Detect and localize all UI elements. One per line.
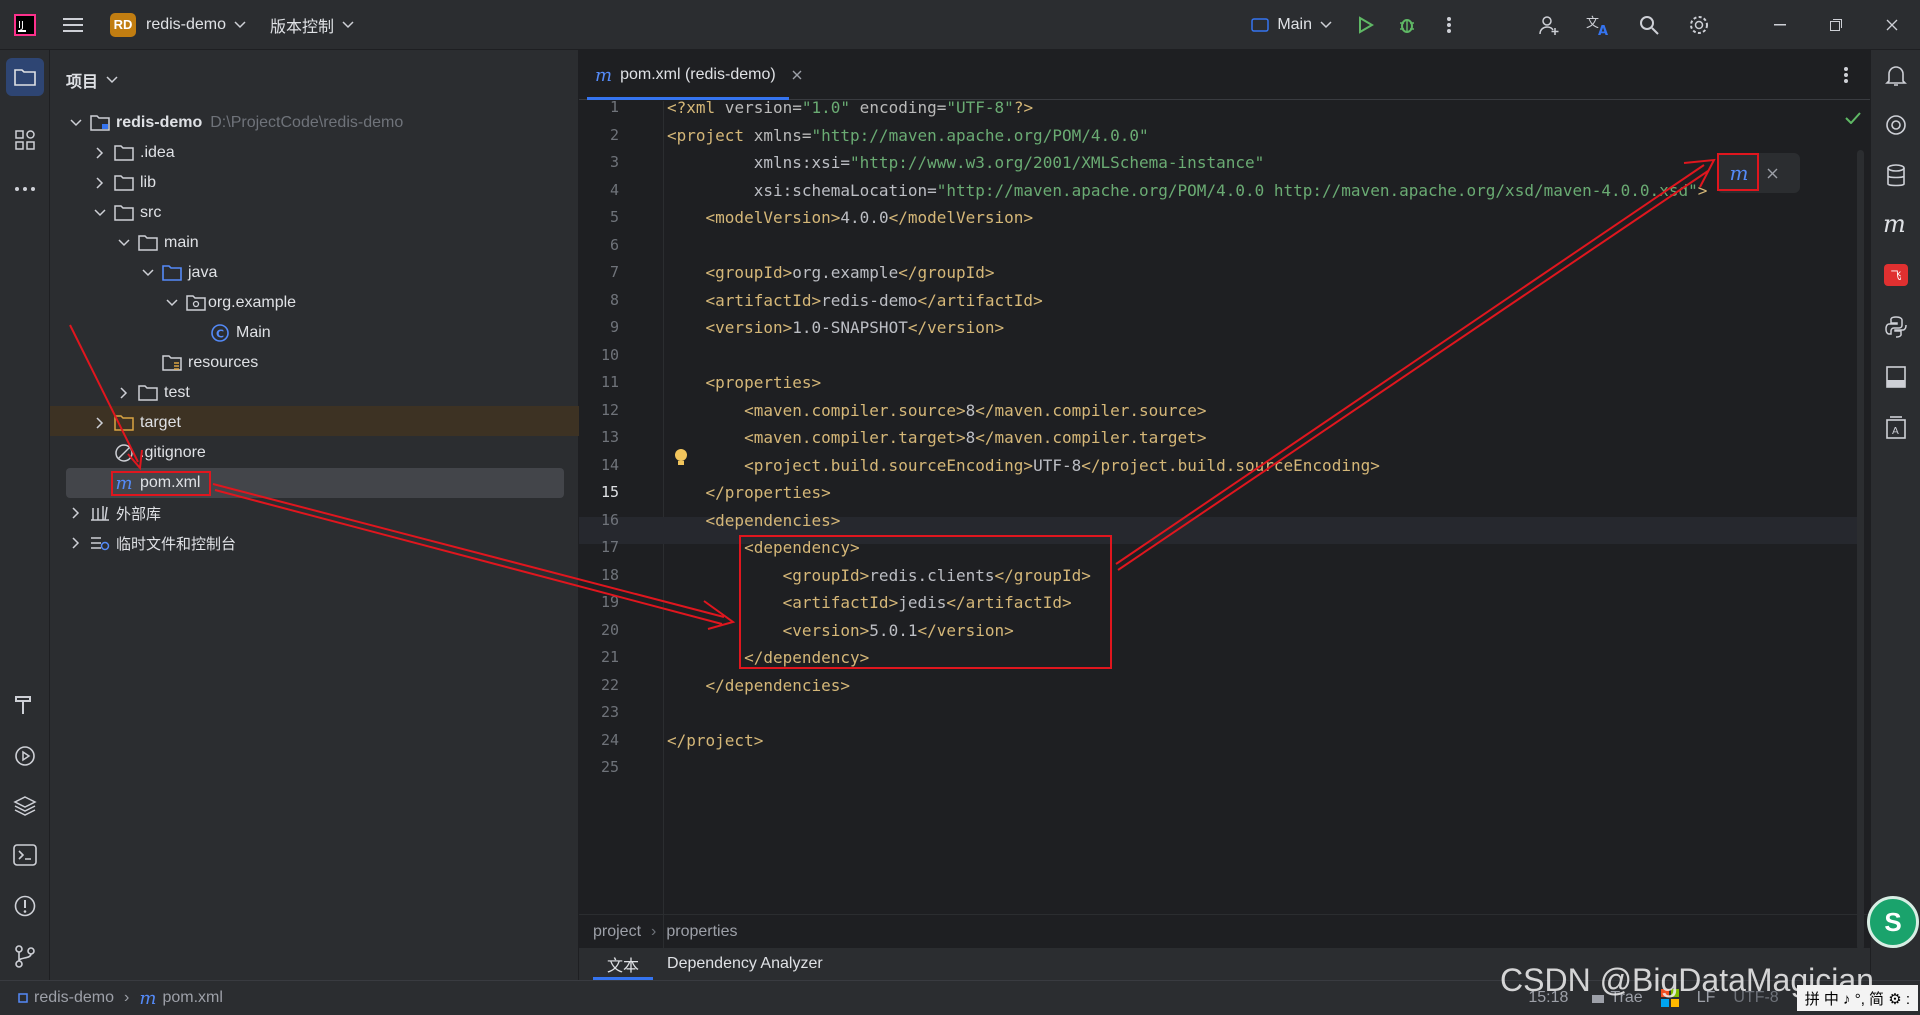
arrow-to-maven-b: [1117, 170, 1709, 571]
arrow-to-pom-head: [127, 449, 143, 471]
annotation-arrows: [69, 158, 1716, 630]
arrow-to-dependency-a: [212, 483, 725, 618]
arrow-to-dependency-b: [214, 489, 723, 625]
arrow-to-maven-head: [1683, 158, 1716, 188]
arrow-to-pom: [69, 324, 139, 463]
arrow-to-maven-a: [1115, 164, 1705, 565]
